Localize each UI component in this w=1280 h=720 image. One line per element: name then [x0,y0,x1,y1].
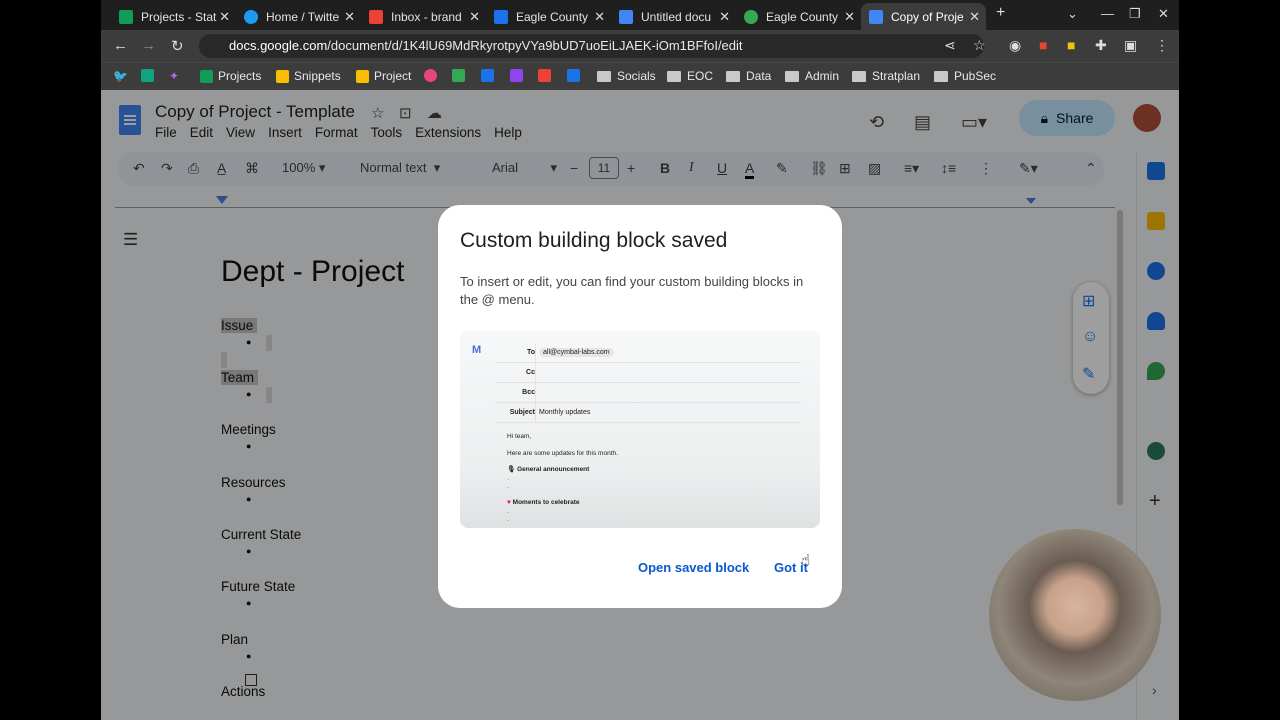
bookmark-folder-eoc[interactable]: EOC [667,69,713,83]
docs-icon [869,9,883,24]
gmail-icon [369,9,383,24]
reload-icon[interactable]: ↻ [171,37,184,55]
twitter-icon[interactable]: 🐦 [113,69,128,83]
to-value: all@cymbal-labs.com [539,348,614,357]
tab-untitled-doc[interactable]: Untitled docu ✕ [611,3,736,30]
hand-cursor-icon: ☝︎ [801,552,811,569]
subject-value: Monthly updates [539,409,591,416]
to-field: To all@cymbal-labs.com [495,343,801,363]
email-draft-preview: M To all@cymbal-labs.com Cc Bcc Subject … [460,331,820,528]
extension-icon[interactable]: ■ [1039,37,1047,53]
bookmark-folder-admin[interactable]: Admin [785,69,839,83]
bookmark-projects[interactable]: Projects [200,69,261,83]
field-divider [535,343,536,363]
field-divider [535,363,536,383]
extension-icon[interactable]: ■ [1067,37,1075,53]
tab-strip: Projects - Stat ✕ Home / Twitte ✕ Inbox … [101,0,1179,30]
close-icon[interactable]: ✕ [469,9,480,25]
bcc-field: Bcc [495,383,801,403]
star-icon[interactable]: ☆ [973,37,986,54]
bookmark-folder-pubsec[interactable]: PubSec [934,69,996,83]
folder-icon [667,70,681,82]
url-field[interactable]: docs.google.com/document/d/1K4lU69MdRkyr… [199,34,984,58]
field-divider [535,383,536,403]
window-close-icon[interactable]: ✕ [1158,6,1169,22]
heart-icon: ♥ [507,499,511,506]
sheets-icon [119,9,133,24]
extension-icon[interactable]: ◉ [1009,37,1021,54]
twitter-icon [244,9,258,24]
close-icon[interactable]: ✕ [594,9,605,25]
docs-icon [619,9,633,24]
folder-icon [597,70,611,82]
drive-icon [276,69,289,83]
bookmarks-bar: 🐦 ✦ Projects Snippets Project Socials EO… [101,62,1179,90]
calendar-icon [494,9,508,24]
bookmark-icon[interactable] [481,69,499,82]
dialog-title: Custom building block saved [460,229,728,252]
webcam-overlay [989,529,1161,701]
address-bar-row: ← → ↻ docs.google.com/document/d/1K4lU69… [101,30,1179,62]
share-page-icon[interactable]: ⋖ [944,37,956,54]
gmail-icon: M [472,344,482,356]
tab-twitter[interactable]: Home / Twitte ✕ [236,3,361,30]
close-icon[interactable]: ✕ [844,9,855,25]
email-section-celebrate: ♥ Moments to celebrate [507,499,580,506]
bookmark-icon[interactable] [424,69,442,82]
field-divider [535,403,536,423]
globe-icon [744,9,758,24]
recipient-chip: all@cymbal-labs.com [539,348,614,357]
building-block-dialog: Custom building block saved To insert or… [438,205,842,608]
email-greeting: Hi team, [507,433,532,440]
forward-icon[interactable]: → [141,37,156,54]
tab-inbox[interactable]: Inbox - brand ✕ [361,3,486,30]
bullet: · [507,476,510,483]
tab-eagle-county-2[interactable]: Eagle County ✕ [736,3,861,30]
tab-projects[interactable]: Projects - Stat ✕ [111,3,236,30]
bookmark-folder-data[interactable]: Data [726,69,771,83]
bookmark-icon[interactable] [510,69,528,82]
maximize-icon[interactable]: ❐ [1129,6,1141,22]
drive-icon [356,69,369,83]
open-saved-block-button[interactable]: Open saved block [638,560,749,575]
folder-icon [785,70,799,82]
tab-eagle-county-1[interactable]: Eagle County ✕ [486,3,611,30]
tab-copy-of-project[interactable]: Copy of Proje ✕ [861,3,986,30]
new-tab-button[interactable]: + [996,4,1005,22]
close-icon[interactable]: ✕ [719,9,730,25]
folder-icon [934,70,948,82]
bullet: · [507,517,510,524]
minimize-icon[interactable]: — [1101,6,1114,21]
bookmark-project[interactable]: Project [356,69,411,83]
bookmark-folder-stratplan[interactable]: Stratplan [852,69,920,83]
menu-icon[interactable]: ⋮ [1155,37,1169,54]
bookmark-folder-socials[interactable]: Socials [597,69,656,83]
bookmark-snippets[interactable]: Snippets [276,69,341,83]
sidepanel-icon[interactable]: ▣ [1124,37,1137,54]
email-section-announcement: 🎙︎ General announcement [507,466,590,473]
sparkle-icon[interactable]: ✦ [169,69,179,83]
dialog-body: To insert or edit, you can find your cus… [460,274,804,307]
folder-icon [852,70,866,82]
email-intro: Here are some updates for this month. [507,450,618,457]
subject-field: Subject Monthly updates [495,403,801,423]
gmail-icon[interactable] [538,69,556,82]
calendar-icon[interactable] [567,69,585,82]
close-icon[interactable]: ✕ [344,9,355,25]
close-icon[interactable]: ✕ [219,9,230,25]
drive-icon[interactable] [452,69,470,82]
close-icon[interactable]: ✕ [969,9,980,25]
puzzle-icon[interactable]: ✚ [1095,37,1107,54]
bookmark-icon[interactable] [141,69,159,82]
tab-search-icon[interactable]: ⌄ [1067,6,1078,22]
back-icon[interactable]: ← [113,37,128,54]
folder-icon [726,70,740,82]
bullet: · [507,484,510,491]
bullet: · [507,509,510,516]
microphone-icon: 🎙︎ [507,466,516,473]
cc-field: Cc [495,363,801,383]
sheets-icon [200,69,213,83]
